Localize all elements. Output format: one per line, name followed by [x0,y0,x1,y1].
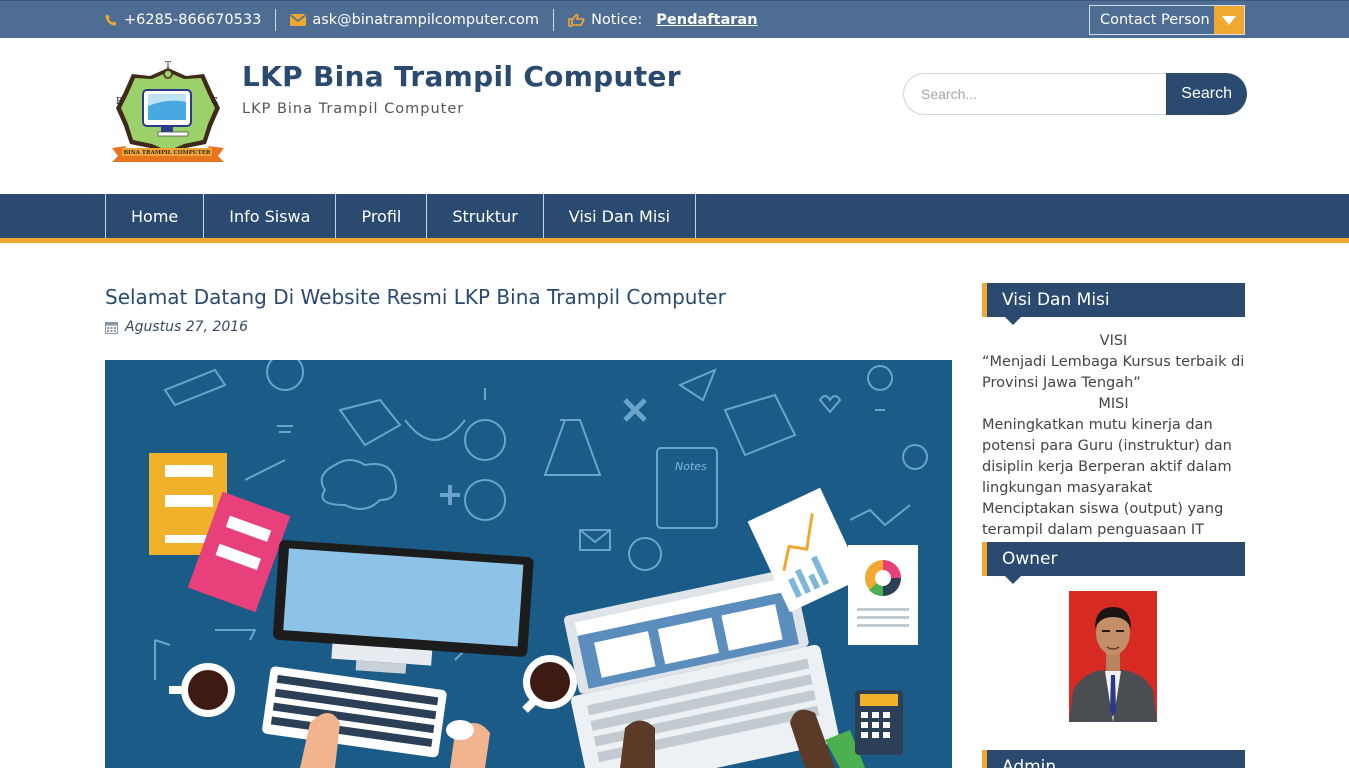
top-bar: +6285-866670533 ask@binatrampilcomputer.… [0,0,1349,38]
widget-title-owner: Owner [982,542,1245,584]
phone-number: +6285-866670533 [124,12,262,28]
search-input[interactable] [903,73,1167,115]
site-logo[interactable]: BINA TRAMPIL COMPUTER T B C [108,60,228,164]
nav-accent-border [0,238,1349,243]
contact-person-label: Contact Person [1100,12,1210,28]
logo-letter-b: B [116,97,123,107]
nav-item-profil[interactable]: Profil [336,194,428,238]
nav-item-info-siswa[interactable]: Info Siswa [204,194,337,238]
contact-person-button[interactable]: Contact Person [1089,5,1245,35]
post-date: Agustus 27, 2016 [105,319,248,335]
email-info: ask@binatrampilcomputer.com [290,9,539,31]
calendar-icon [105,321,118,334]
nav-menu: Home Info Siswa Profil Struktur Visi Dan… [105,194,697,238]
phone-icon [105,14,118,27]
email-address: ask@binatrampilcomputer.com [312,12,540,28]
widget-title-admin: Admin [982,750,1245,768]
divider [553,9,555,31]
post-date-text: Agustus 27, 2016 [125,319,249,335]
logo-letter-c: C [211,97,218,107]
nav-item-home[interactable]: Home [106,194,205,238]
main-navigation: Home Info Siswa Profil Struktur Visi Dan… [0,194,1349,238]
notice-label: Notice: [591,12,643,28]
notice-info: Notice: Pendaftaran [568,9,758,31]
divider [275,9,277,31]
notice-link[interactable]: Pendaftaran [656,12,757,28]
visi-text: “Menjadi Lembaga Kursus terbaik di Provi… [982,354,1245,391]
site-title[interactable]: LKP Bina Trampil Computer [242,60,681,93]
owner-photo [1069,591,1157,722]
notes-label: Notes [675,460,707,473]
site-description: LKP Bina Trampil Computer [242,101,465,117]
post-title[interactable]: Selamat Datang Di Website Resmi LKP Bina… [105,285,726,309]
nav-item-struktur[interactable]: Struktur [427,194,544,238]
visi-heading: VISI [1099,333,1128,349]
caret-down-icon [1214,6,1244,34]
widget-title-visi-dan-misi: Visi Dan Misi [982,283,1245,325]
hand-pointer-icon [568,13,585,27]
search-button[interactable]: Search [1166,73,1247,115]
envelope-icon [290,14,307,26]
nav-item-visi-dan-misi[interactable]: Visi Dan Misi [544,194,697,238]
featured-image[interactable]: Notes [105,360,952,768]
logo-text: BINA TRAMPIL COMPUTER [124,150,211,156]
search-form: Search [903,73,1247,115]
top-bar-inner: +6285-866670533 ask@binatrampilcomputer.… [105,1,1245,39]
logo-letter-t: T [165,61,171,71]
phone-info: +6285-866670533 [105,9,261,31]
misi-text: Meningkatkan mutu kinerja dan potensi pa… [982,417,1232,538]
misi-heading: MISI [1098,396,1129,412]
visi-misi-content: VISI “Menjadi Lembaga Kursus terbaik di … [982,331,1245,541]
